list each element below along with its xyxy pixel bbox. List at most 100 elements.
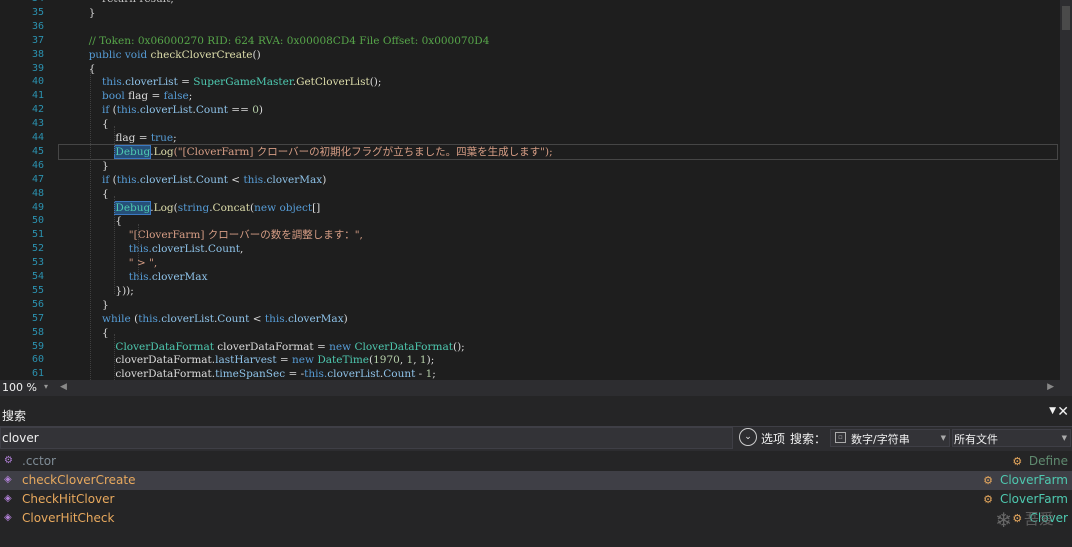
search-result-row[interactable]: ◈ CloverHitCheck ⚙ Clover (0, 509, 1072, 528)
code-text[interactable]: })); (62, 284, 134, 298)
code-text[interactable]: { (62, 326, 109, 340)
code-text[interactable]: } (62, 298, 109, 312)
code-line[interactable]: 50 { (0, 214, 1060, 228)
options-chevron-icon[interactable]: ⌄ (739, 428, 757, 446)
code-token: Debug (114, 144, 152, 159)
indent-guide (90, 70, 91, 380)
indent-guide (114, 334, 115, 380)
code-text[interactable]: flag = true; (62, 131, 177, 145)
vertical-scrollbar[interactable] (1060, 0, 1072, 380)
code-line[interactable]: 54 this.cloverMax (0, 270, 1060, 284)
code-text[interactable]: // Token: 0x06000270 RID: 624 RVA: 0x000… (62, 34, 490, 48)
result-member-name[interactable]: .cctor (22, 454, 56, 468)
code-text[interactable]: } (62, 6, 96, 20)
code-text[interactable]: this.cloverMax (62, 270, 208, 284)
code-text[interactable]: { (62, 117, 109, 131)
search-type-value: 数字/字符串 (851, 433, 910, 446)
scroll-right-icon[interactable]: ▶ (1047, 382, 1054, 392)
code-token: new object (254, 201, 313, 214)
code-line[interactable]: 59 CloverDataFormat cloverDataFormat = n… (0, 340, 1060, 354)
code-line[interactable]: 40 this.cloverList = SuperGameMaster.Get… (0, 75, 1060, 89)
code-line[interactable]: 52 this.cloverList.Count, (0, 242, 1060, 256)
code-token: ; (173, 132, 177, 144)
code-token: this. (62, 76, 126, 89)
search-result-row[interactable]: ⚙ .cctor ⚙ Define (0, 452, 1072, 471)
code-line[interactable]: 47 if (this.cloverList.Count < this.clov… (0, 173, 1060, 187)
search-input[interactable]: clover (0, 427, 733, 449)
search-result-row[interactable]: ◈ CheckHitClover ⚙ CloverFarm (0, 490, 1072, 509)
code-token: { (62, 187, 109, 200)
code-line[interactable]: 51 "[CloverFarm] クローバーの数を調整します：", (0, 228, 1060, 242)
code-text[interactable]: cloverDataFormat.lastHarvest = new DateT… (62, 353, 434, 367)
code-line[interactable]: 38 public void checkCloverCreate() (0, 48, 1060, 62)
scrollbar-thumb[interactable] (1062, 6, 1070, 30)
code-text[interactable]: Debug.Log(string.Concat(new object[] (62, 200, 320, 215)
result-member-name[interactable]: checkCloverCreate (22, 473, 135, 487)
chevron-down-icon[interactable]: ▼ (1062, 434, 1067, 442)
code-token: , (413, 354, 420, 367)
close-icon[interactable]: ✕ (1057, 404, 1069, 420)
code-text[interactable]: " > ", (62, 256, 157, 270)
code-line[interactable]: 49 Debug.Log(string.Concat(new object[] (0, 200, 1060, 215)
code-token: })); (62, 284, 134, 297)
code-text[interactable]: } (62, 159, 109, 173)
code-line[interactable]: 41 bool flag = false; (0, 89, 1060, 103)
code-token: 1970 (373, 354, 400, 367)
code-line[interactable]: 55 })); (0, 284, 1060, 298)
code-token: { (62, 118, 109, 131)
code-text[interactable]: "[CloverFarm] クローバーの数を調整します：", (62, 228, 363, 242)
code-line[interactable]: 46 } (0, 159, 1060, 173)
code-line[interactable]: 37 // Token: 0x06000270 RID: 624 RVA: 0x… (0, 34, 1060, 48)
code-line[interactable]: 43 { (0, 117, 1060, 131)
code-line[interactable]: 56 } (0, 298, 1060, 312)
code-text[interactable]: CloverDataFormat cloverDataFormat = new … (62, 340, 464, 354)
code-line[interactable]: 39 { (0, 62, 1060, 76)
code-text[interactable]: { (62, 187, 109, 201)
code-line[interactable]: 48 { (0, 187, 1060, 201)
code-text[interactable]: this.cloverList = SuperGameMaster.GetClo… (62, 75, 381, 89)
options-button[interactable]: 选项 (761, 430, 785, 447)
result-class-name[interactable]: CloverFarm (1000, 473, 1068, 487)
code-line[interactable]: 35 } (0, 6, 1060, 20)
search-result-row[interactable]: ◈ checkCloverCreate ⚙ CloverFarm (0, 471, 1072, 490)
code-text[interactable]: if (this.cloverList.Count == 0) (62, 103, 263, 117)
code-lines[interactable]: 34 return result;35 }3637 // Token: 0x06… (0, 0, 1060, 380)
code-line[interactable]: 57 while (this.cloverList.Count < this.c… (0, 312, 1060, 326)
zoom-level[interactable]: 100 % (2, 381, 37, 395)
code-token: cloverMax (287, 312, 344, 325)
code-editor[interactable]: 34 return result;35 }3637 // Token: 0x06… (0, 0, 1072, 380)
panel-splitter[interactable] (0, 396, 1072, 404)
code-text[interactable]: bool flag = false; (62, 89, 192, 103)
result-class-name[interactable]: CloverFarm (1000, 492, 1068, 506)
code-line[interactable]: 45 Debug.Log("[CloverFarm] クローバーの初期化フラグが… (0, 143, 1060, 160)
code-text[interactable]: Debug.Log("[CloverFarm] クローバーの初期化フラグが立ちま… (62, 144, 553, 159)
chevron-down-icon[interactable]: ▼ (941, 434, 946, 442)
result-member-name[interactable]: CloverHitCheck (22, 511, 114, 525)
code-line[interactable]: 36 (0, 20, 1060, 34)
code-token: = - (285, 368, 305, 380)
code-token: this. (116, 104, 140, 117)
line-number: 48 (31, 187, 44, 199)
code-text[interactable]: cloverDataFormat.timeSpanSec = -this.clo… (62, 367, 435, 380)
snowflake-icon: ❄ (995, 508, 1012, 532)
zoom-dropdown-icon[interactable]: ▾ (44, 382, 48, 391)
line-number: 38 (31, 48, 44, 60)
code-text[interactable]: while (this.cloverList.Count < this.clov… (62, 312, 348, 326)
code-line[interactable]: 58 { (0, 326, 1060, 340)
code-line[interactable]: 60 cloverDataFormat.lastHarvest = new Da… (0, 353, 1060, 367)
result-class-name[interactable]: Define (1029, 454, 1068, 468)
code-text[interactable]: if (this.cloverList.Count < this.cloverM… (62, 173, 326, 187)
panel-menu-icon[interactable]: ▼ (1049, 406, 1056, 416)
search-scope-select[interactable]: 所有文件 ▼ (952, 429, 1071, 447)
code-token: public void (62, 48, 151, 61)
code-line[interactable]: 44 flag = true; (0, 131, 1060, 145)
code-line[interactable]: 42 if (this.cloverList.Count == 0) (0, 103, 1060, 117)
search-type-select[interactable]: ▫ 数字/字符串 ▼ (830, 429, 950, 447)
code-text[interactable]: public void checkCloverCreate() (62, 48, 261, 62)
code-line[interactable]: 61 cloverDataFormat.timeSpanSec = -this.… (0, 367, 1060, 380)
code-line[interactable]: 53 " > ", (0, 256, 1060, 270)
scroll-left-icon[interactable]: ◀ (60, 382, 67, 392)
result-member-name[interactable]: CheckHitClover (22, 492, 114, 506)
